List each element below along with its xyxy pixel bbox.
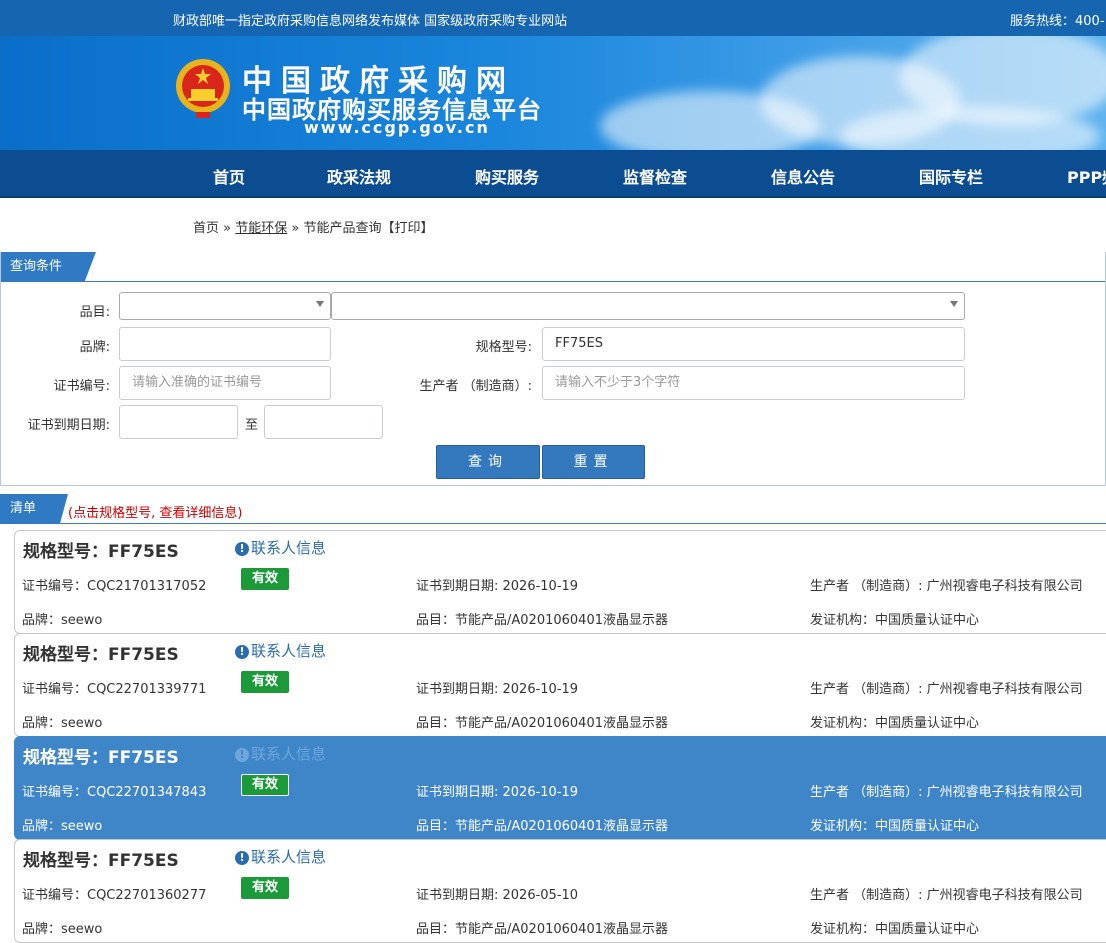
nav-item-purchase-services[interactable]: 购买服务 [475,164,539,188]
category: 品目：节能产品/A0201060401液晶显示器 [416,922,668,937]
main-nav: 首页 政采法规 购买服务 监督检查 信息公告 国际专栏 PPP频 [0,150,1106,198]
brand: 品牌：seewo [22,716,103,731]
list-hint: (点击规格型号, 查看详细信息) [68,506,243,521]
search-button[interactable]: 查询 [436,445,540,479]
breadcrumb-current: 节能产品查询 [303,221,382,236]
expire-date: 证书到期日期: 2026-05-10 [416,888,579,903]
cert-label: 证书编号: [53,379,110,394]
manufacturer: 生产者 （制造商）: 广州视睿电子科技有限公司 [810,785,1083,800]
result-card: 规格型号：FF75ES ! 联系人信息 证书编号：CQC22701360277 有… [14,839,1106,943]
breadcrumb-separator: » [287,221,304,236]
cert-number: 证书编号：CQC22701360277 [22,888,207,903]
service-hotline: 服务热线：400- [1010,14,1105,29]
cert-input[interactable]: 请输入准确的证书编号 [119,366,331,400]
reset-button[interactable]: 重置 [542,445,645,479]
manufacturer: 生产者 （制造商）: 广州视睿电子科技有限公司 [810,682,1083,697]
category: 品目：节能产品/A0201060401液晶显示器 [416,819,668,834]
category-label: 品目: [79,305,110,320]
maker-input[interactable]: 请输入不少于3个字符 [542,366,965,400]
category-select-primary[interactable] [119,292,331,320]
top-strip: 财政部唯一指定政府采购信息网络发布媒体 国家级政府采购专业网站 服务热线：400… [0,0,1106,36]
contact-info-link[interactable]: ! 联系人信息 [235,537,326,558]
brand: 品牌：seewo [22,613,103,628]
cert-number: 证书编号：CQC21701317052 [22,579,207,594]
site-url: www.ccgp.gov.cn [304,118,490,137]
result-card: 规格型号：FF75ES ! 联系人信息 证书编号：CQC21701317052 有… [14,530,1106,634]
contact-info-label: 联系人信息 [251,745,327,763]
info-icon: ! [235,645,249,659]
contact-info-label: 联系人信息 [251,642,327,660]
breadcrumb-home[interactable]: 首页 [193,221,219,236]
contact-info-label: 联系人信息 [251,539,327,557]
expire-from-input[interactable] [119,405,238,439]
nav-item-announcements[interactable]: 信息公告 [771,164,835,188]
nav-item-supervision[interactable]: 监督检查 [623,164,687,188]
expire-label: 证书到期日期: [27,418,110,433]
national-emblem-icon [176,59,230,118]
issuer: 发证机构：中国质量认证中心 [810,819,980,834]
nav-item-ppp[interactable]: PPP频 [1067,164,1106,188]
info-icon: ! [235,542,249,556]
model-input[interactable]: FF75ES [542,327,965,361]
category: 品目：节能产品/A0201060401液晶显示器 [416,613,668,628]
nav-item-home[interactable]: 首页 [213,164,245,188]
contact-info-link[interactable]: ! 联系人信息 [235,743,326,764]
expire-date: 证书到期日期: 2026-10-19 [416,785,579,800]
chevron-down-icon [316,301,324,307]
maker-label: 生产者 （制造商）: [419,379,532,394]
contact-info-label: 联系人信息 [251,848,327,866]
status-badge: 有效 [241,671,289,693]
info-icon: ! [235,851,249,865]
expire-date: 证书到期日期: 2026-10-19 [416,579,579,594]
model-link[interactable]: 规格型号：FF75ES [23,846,179,871]
brand: 品牌：seewo [22,819,103,834]
category: 品目：节能产品/A0201060401液晶显示器 [416,716,668,731]
print-link[interactable]: 【打印】 [381,221,433,236]
issuer: 发证机构：中国质量认证中心 [810,613,980,628]
expire-to-input[interactable] [264,405,383,439]
manufacturer: 生产者 （制造商）: 广州视睿电子科技有限公司 [810,579,1083,594]
site-banner: 中国政府采购网 中国政府购买服务信息平台 www.ccgp.gov.cn [0,36,1106,150]
brand: 品牌：seewo [22,922,103,937]
issuer: 发证机构：中国质量认证中心 [810,922,980,937]
issuer: 发证机构：中国质量认证中心 [810,716,980,731]
status-badge: 有效 [241,877,289,899]
chevron-down-icon [950,301,958,307]
breadcrumb-section[interactable]: 节能环保 [235,221,287,236]
nav-item-regulations[interactable]: 政采法规 [327,164,391,188]
brand-label: 品牌: [79,340,110,355]
expire-date: 证书到期日期: 2026-10-19 [416,682,579,697]
breadcrumb-separator: » [219,221,236,236]
info-icon: ! [235,748,249,762]
status-badge: 有效 [241,568,289,590]
category-select-secondary[interactable] [331,292,965,320]
result-card: 规格型号：FF75ES ! 联系人信息 证书编号：CQC22701339771 有… [14,633,1106,737]
contact-info-link[interactable]: ! 联系人信息 [235,846,326,867]
nav-item-international[interactable]: 国际专栏 [919,164,983,188]
manufacturer: 生产者 （制造商）: 广州视睿电子科技有限公司 [810,888,1083,903]
cert-number: 证书编号：CQC22701339771 [22,682,207,697]
model-link[interactable]: 规格型号：FF75ES [23,537,179,562]
breadcrumb: 首页 » 节能环保 » 节能产品查询【打印】 [193,217,434,236]
model-label: 规格型号: [475,340,532,355]
status-badge: 有效 [241,774,289,796]
list-section-header: 清单 (点击规格型号, 查看详细信息) [0,494,1106,524]
date-range-separator: 至 [244,418,258,433]
result-card-selected: 规格型号：FF75ES ! 联系人信息 证书编号：CQC22701347843 有… [14,736,1106,840]
brand-input[interactable] [119,327,331,361]
list-section-title: 清单 [0,494,68,524]
model-link[interactable]: 规格型号：FF75ES [23,640,179,665]
cert-number: 证书编号：CQC22701347843 [22,785,207,800]
contact-info-link[interactable]: ! 联系人信息 [235,640,326,661]
site-slogan: 财政部唯一指定政府采购信息网络发布媒体 国家级政府采购专业网站 [173,14,568,29]
model-link[interactable]: 规格型号：FF75ES [23,743,179,768]
